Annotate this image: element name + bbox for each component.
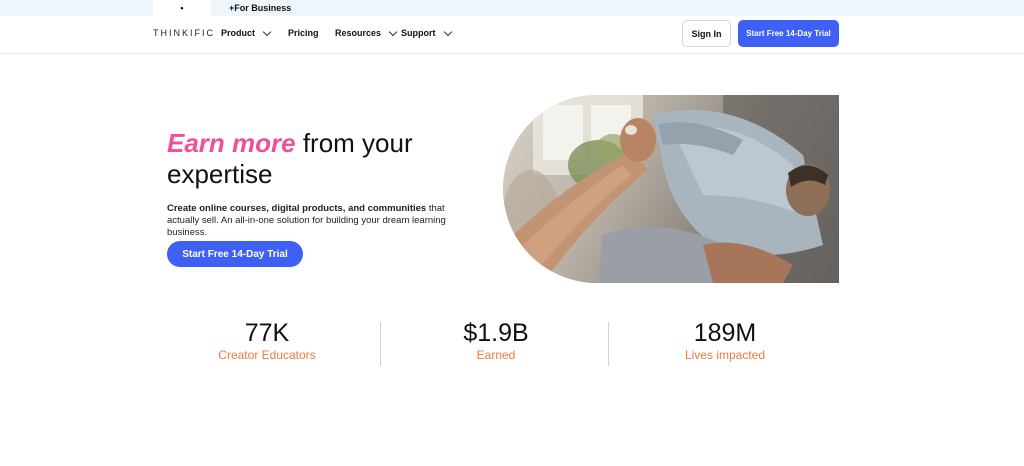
audience-switcher: • +For Business	[0, 0, 1024, 16]
hero-subheading: Create online courses, digital products,…	[167, 203, 477, 239]
sign-in-button[interactable]: Sign In	[682, 20, 731, 47]
nav-item-product[interactable]: Product	[221, 27, 272, 38]
hero-photo	[503, 95, 839, 283]
hero-heading-accent: Earn more	[167, 128, 296, 158]
nav-item-label: Resources	[335, 28, 382, 38]
chevron-down-icon	[262, 27, 272, 36]
nav-item-label: Pricing	[288, 28, 319, 38]
hero-heading: Earn more from your expertise	[167, 128, 467, 190]
nav-item-support[interactable]: Support	[401, 27, 452, 38]
chevron-down-icon	[388, 27, 398, 36]
creators-tab[interactable]: •	[153, 0, 211, 16]
nav-item-label: Support	[401, 28, 436, 38]
stretching-person-illustration	[503, 95, 839, 283]
chevron-down-icon	[443, 27, 452, 36]
stat-lives-impacted: 189M Lives impacted	[611, 318, 839, 362]
stat-value: $1.9B	[463, 319, 529, 347]
start-trial-nav-button[interactable]: Start Free 14-Day Trial	[738, 20, 839, 47]
creators-tab-mark: •	[180, 2, 184, 13]
stat-value: 189M	[693, 319, 757, 347]
for-business-link[interactable]: +For Business	[229, 0, 291, 16]
nav-item-label: Product	[221, 28, 256, 38]
stat-value: 77K	[244, 319, 290, 347]
nav-item-resources[interactable]: Resources	[335, 27, 398, 38]
thinkific-logo[interactable]: THINKIFIC	[153, 28, 215, 38]
start-trial-hero-button[interactable]: Start Free 14-Day Trial	[167, 241, 303, 267]
stat-creator-educators: 77K Creator Educators	[153, 318, 381, 362]
main-nav: THINKIFIC Product Pricing Resources Supp…	[0, 16, 1024, 54]
stat-label: Creator Educators	[218, 348, 316, 362]
stat-label: Lives impacted	[684, 348, 766, 362]
stat-label: Earned	[476, 348, 516, 362]
stat-divider	[380, 322, 381, 366]
stat-divider	[608, 322, 609, 366]
stat-earned: $1.9B Earned	[382, 318, 610, 362]
nav-item-pricing[interactable]: Pricing	[288, 28, 319, 38]
hero-subheading-bold: Create online courses, digital products,…	[167, 203, 427, 214]
stats-row: 77K Creator Educators $1.9B Earned 189M …	[153, 318, 839, 368]
